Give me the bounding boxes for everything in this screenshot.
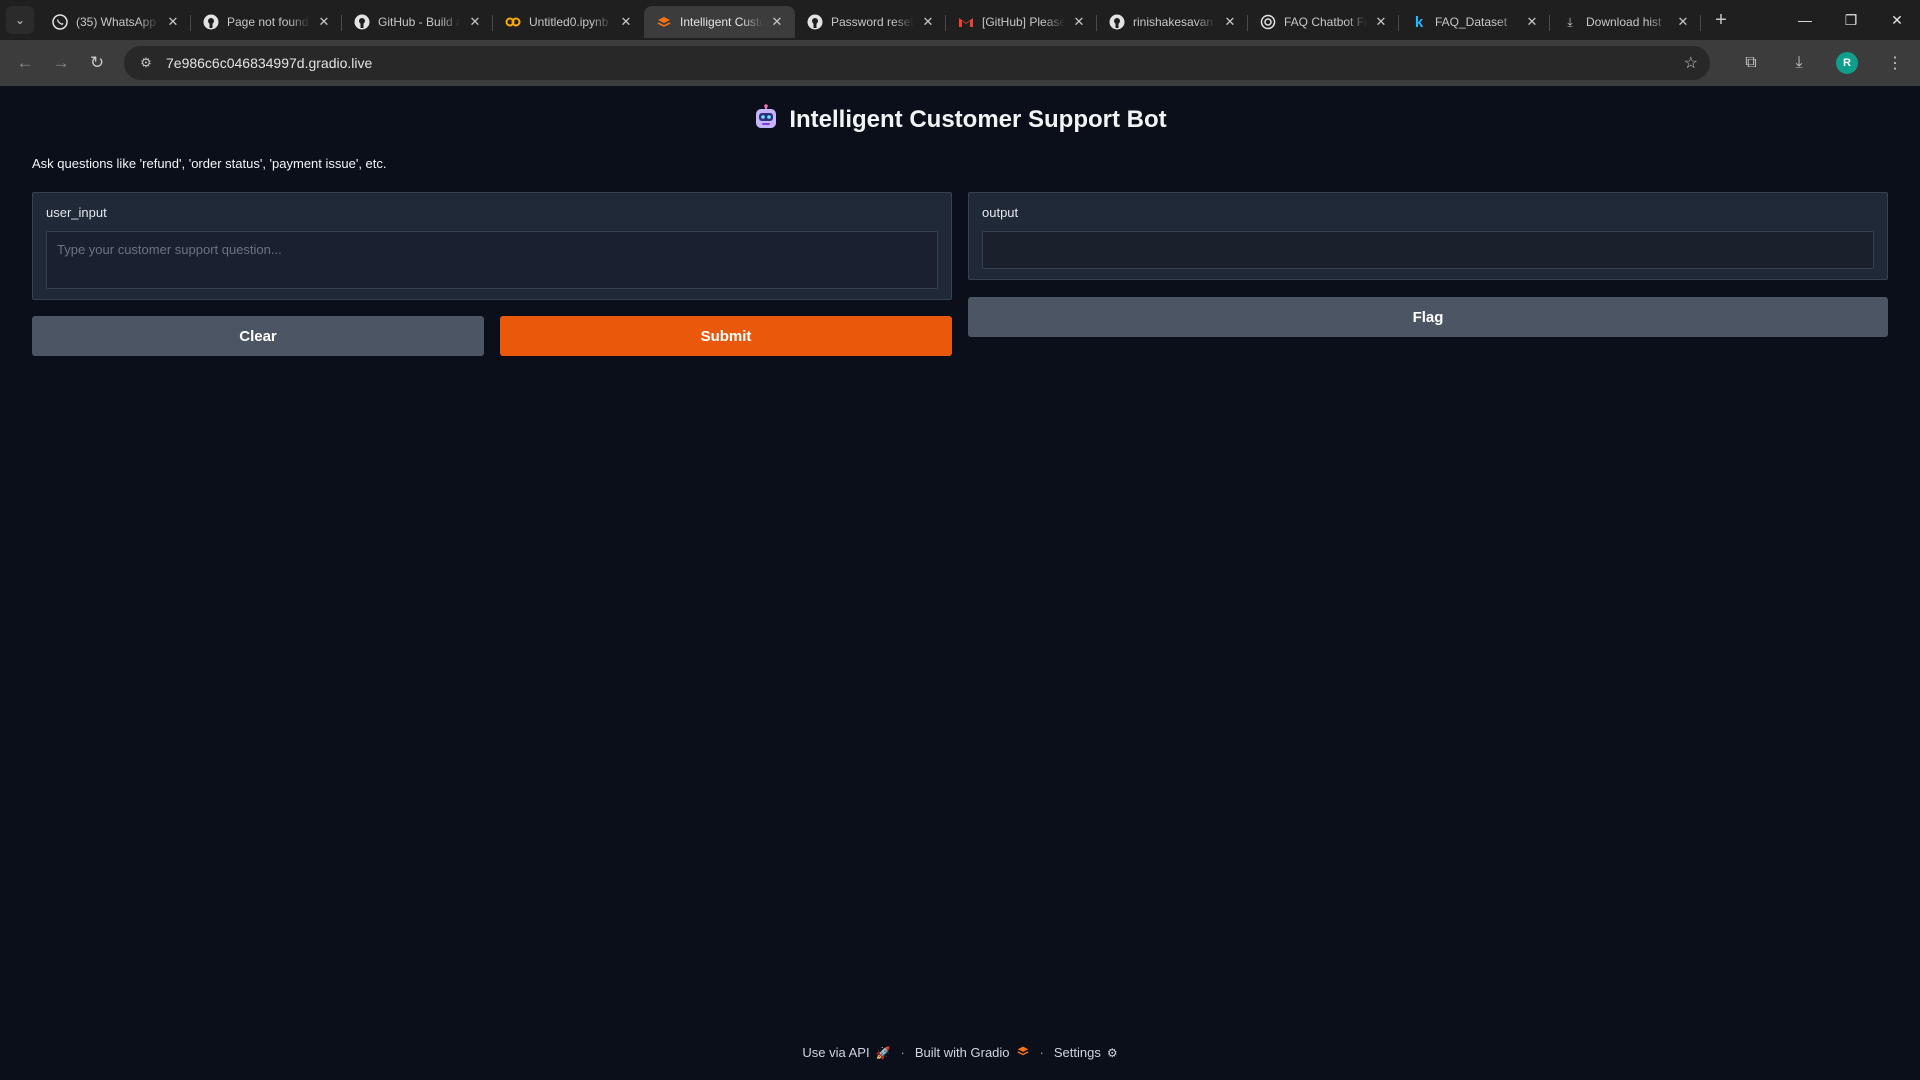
- gradio-logo-icon: [1016, 1044, 1030, 1061]
- back-button[interactable]: ←: [8, 46, 42, 80]
- user-input-field[interactable]: [46, 231, 938, 289]
- tab-whatsapp[interactable]: (35) WhatsApp ✕: [40, 6, 191, 38]
- tab-faq-dataset[interactable]: k FAQ_Dataset ✕: [1399, 6, 1550, 38]
- tab-title: FAQ Chatbot Fi: [1284, 15, 1367, 29]
- download-icon: ⤓: [1567, 14, 1573, 29]
- footer-separator: ·: [900, 1045, 905, 1060]
- footer: Use via API 🚀 · Built with Gradio · Sett…: [0, 1044, 1920, 1061]
- close-icon[interactable]: ✕: [1071, 14, 1087, 30]
- github-icon: [807, 14, 823, 30]
- page-title: Intelligent Customer Support Bot: [0, 104, 1920, 137]
- tab-rinishakesavan[interactable]: rinishakesavan ✕: [1097, 6, 1248, 38]
- extensions-icon[interactable]: ⧉: [1734, 46, 1768, 80]
- tab-title: Untitled0.ipynb: [529, 15, 609, 29]
- tab-search-button[interactable]: ⌄: [6, 6, 34, 34]
- robot-icon: [753, 104, 779, 137]
- reload-button[interactable]: ↻: [80, 46, 114, 80]
- built-with-gradio-link[interactable]: Built with Gradio: [915, 1044, 1030, 1061]
- input-panel: user_input: [32, 192, 952, 300]
- new-tab-button[interactable]: +: [1707, 6, 1735, 34]
- use-via-api-label: Use via API: [802, 1045, 870, 1060]
- close-icon[interactable]: ✕: [920, 14, 936, 30]
- tab-title: FAQ_Dataset: [1435, 15, 1508, 29]
- tab-title: Download hist: [1586, 15, 1662, 29]
- tab-download-history[interactable]: ⤓ Download hist ✕: [1550, 6, 1701, 38]
- tab-title: Password reset: [831, 15, 914, 29]
- gear-icon: ⚙: [1106, 1045, 1118, 1060]
- arrow-left-icon: ←: [16, 53, 34, 72]
- output-label: output: [982, 205, 1019, 220]
- restore-button[interactable]: ❐: [1828, 0, 1874, 40]
- built-with-gradio-label: Built with Gradio: [914, 1045, 1010, 1060]
- close-window-button[interactable]: ✕: [1874, 0, 1920, 40]
- tab-faq-chatbot[interactable]: FAQ Chatbot Fi ✕: [1248, 6, 1399, 38]
- colab-icon: [505, 14, 521, 30]
- tab-github-build[interactable]: GitHub - Build and ✕: [342, 6, 493, 38]
- browser-tabstrip: ⌄ (35) WhatsApp ✕ Page not found ✕ GitHu…: [0, 0, 1920, 40]
- bookmark-star-icon[interactable]: ☆: [1684, 53, 1698, 73]
- gradio-page: Intelligent Customer Support Bot Ask que…: [0, 86, 1920, 1080]
- footer-separator: ·: [1039, 1045, 1044, 1060]
- gradio-icon: [656, 14, 672, 30]
- github-icon: [203, 14, 219, 30]
- profile-button[interactable]: R: [1830, 46, 1864, 80]
- settings-label: Settings: [1053, 1045, 1101, 1060]
- close-icon[interactable]: ✕: [467, 14, 483, 30]
- tab-title: (35) WhatsApp: [76, 15, 157, 29]
- use-via-api-link[interactable]: Use via API 🚀: [802, 1045, 890, 1060]
- minimize-button[interactable]: —: [1782, 0, 1828, 40]
- reload-icon: ↻: [89, 53, 105, 72]
- tab-password-reset[interactable]: Password reset ✕: [795, 6, 946, 38]
- input-label: user_input: [46, 205, 107, 220]
- tab-title: Intelligent Customer: [680, 15, 763, 29]
- tab-colab[interactable]: Untitled0.ipynb ✕: [493, 6, 644, 38]
- openai-icon: [1260, 14, 1276, 30]
- output-panel: output: [968, 192, 1888, 280]
- clear-button[interactable]: Clear: [32, 316, 484, 356]
- browser-toolbar: ← → ↻ ⚙ 7e986c6c046834997d.gradio.live ☆…: [0, 40, 1920, 86]
- close-icon[interactable]: ✕: [316, 14, 332, 30]
- chevron-down-icon: ⌄: [14, 13, 26, 27]
- github-icon: [354, 14, 370, 30]
- whatsapp-icon: [52, 14, 68, 30]
- forward-button[interactable]: →: [44, 46, 78, 80]
- description: Ask questions like 'refund', 'order stat…: [32, 156, 387, 171]
- url-text[interactable]: 7e986c6c046834997d.gradio.live: [166, 55, 1684, 71]
- rocket-icon: 🚀: [875, 1045, 891, 1060]
- output-field[interactable]: [982, 231, 1874, 269]
- downloads-icon[interactable]: ⤓: [1782, 46, 1816, 80]
- window-controls: — ❐ ✕: [1782, 0, 1920, 40]
- avatar: R: [1836, 52, 1858, 74]
- tab-list: (35) WhatsApp ✕ Page not found ✕ GitHub …: [40, 0, 1701, 40]
- arrow-right-icon: →: [52, 53, 70, 72]
- kebab-menu-icon[interactable]: ⋮: [1878, 46, 1912, 80]
- site-info-icon[interactable]: ⚙: [136, 53, 156, 73]
- close-icon[interactable]: ✕: [1524, 14, 1540, 30]
- gmail-icon: [958, 14, 974, 30]
- close-icon[interactable]: ✕: [165, 14, 181, 30]
- kaggle-icon: k: [1414, 13, 1424, 31]
- settings-link[interactable]: Settings ⚙: [1054, 1045, 1118, 1060]
- toolbar-actions: ⧉ ⤓ R ⋮: [1720, 46, 1912, 80]
- close-icon[interactable]: ✕: [1675, 14, 1691, 30]
- tab-title: Page not found: [227, 15, 309, 29]
- close-icon[interactable]: ✕: [1222, 14, 1238, 30]
- submit-button[interactable]: Submit: [500, 316, 952, 356]
- tab-gmail[interactable]: [GitHub] Please ✕: [946, 6, 1097, 38]
- tab-title: [GitHub] Please: [982, 15, 1065, 29]
- close-icon[interactable]: ✕: [1373, 14, 1389, 30]
- github-icon: [1109, 14, 1125, 30]
- tab-page-not-found[interactable]: Page not found ✕: [191, 6, 342, 38]
- close-icon[interactable]: ✕: [769, 14, 785, 30]
- address-bar[interactable]: ⚙ 7e986c6c046834997d.gradio.live ☆: [124, 46, 1710, 80]
- flag-button[interactable]: Flag: [968, 297, 1888, 337]
- tab-title: GitHub - Build and: [378, 15, 461, 29]
- page-title-text: Intelligent Customer Support Bot: [789, 106, 1167, 133]
- tab-intelligent-customer[interactable]: Intelligent Customer ✕: [644, 6, 795, 38]
- close-icon[interactable]: ✕: [618, 14, 634, 30]
- tab-title: rinishakesavan: [1133, 15, 1214, 29]
